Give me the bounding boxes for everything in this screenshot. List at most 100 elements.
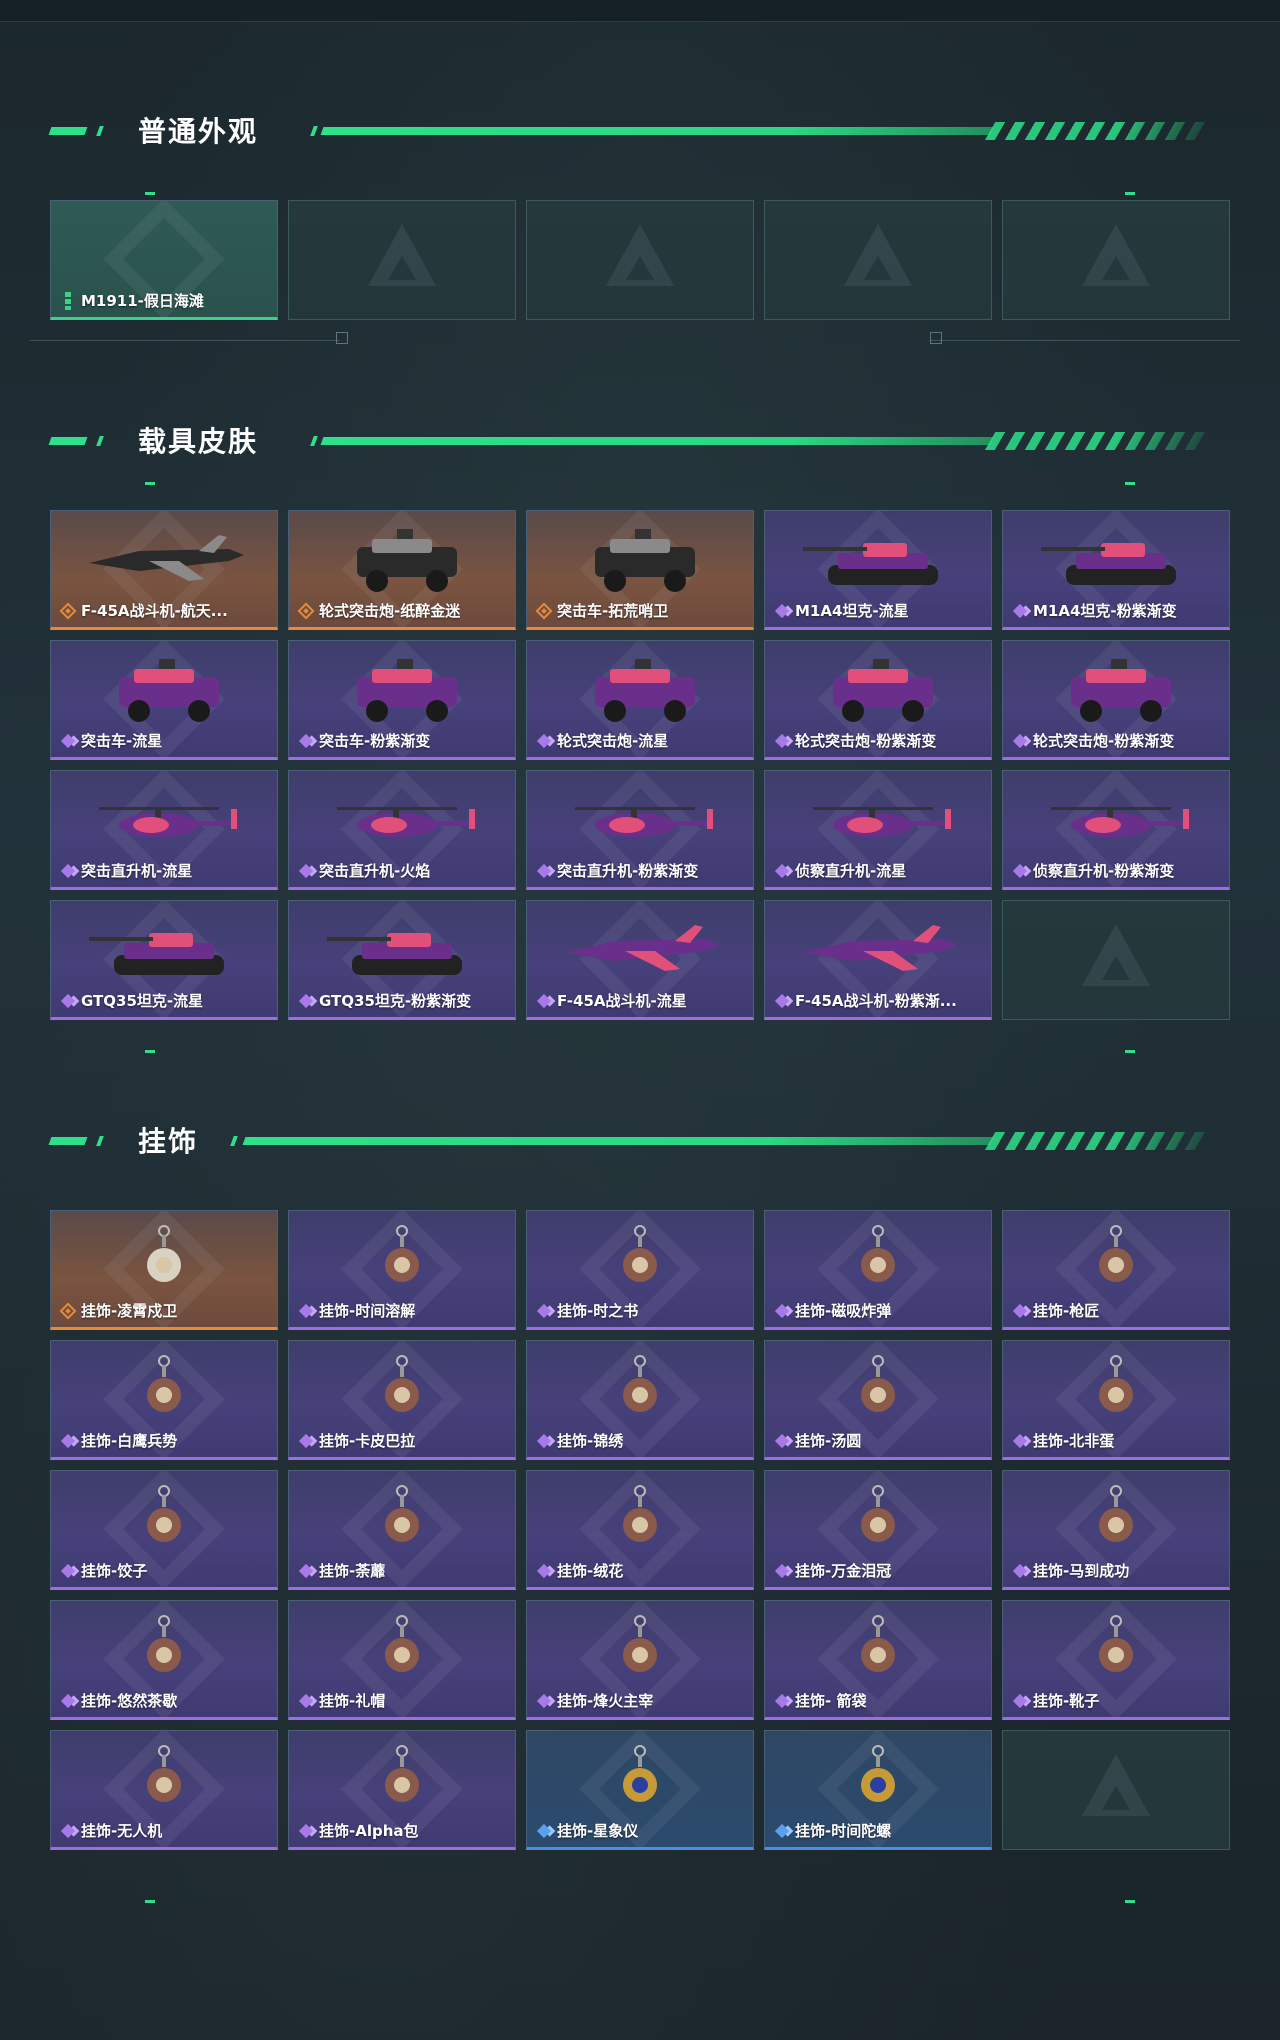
item-card[interactable]: 挂饰-绒花	[526, 1470, 754, 1590]
charm-icon	[1031, 1611, 1201, 1696]
header-accent-line	[320, 127, 994, 135]
item-card[interactable]: F-45A战斗机-流星	[526, 900, 754, 1020]
rarity-purple-icon	[60, 1563, 76, 1579]
item-card[interactable]: 挂饰-白鹰兵势	[50, 1340, 278, 1460]
item-label: 挂饰-凌霄戍卫	[81, 1302, 178, 1320]
item-card[interactable]: 突击直升机-粉紫渐变	[526, 770, 754, 890]
rarity-purple-icon	[298, 733, 314, 749]
item-card[interactable]: GTQ35坦克-流星	[50, 900, 278, 1020]
rarity-purple-icon	[60, 993, 76, 1009]
item-label: 挂饰-时间溶解	[319, 1302, 416, 1320]
placeholder-logo-cutout	[1102, 956, 1130, 980]
rarity-purple-icon	[774, 1303, 790, 1319]
item-label: 挂饰- 箭袋	[795, 1692, 867, 1710]
item-card[interactable]: 挂饰- 箭袋	[764, 1600, 992, 1720]
item-card[interactable]: 轮式突击炮-流星	[526, 640, 754, 760]
item-label: 突击车-拓荒哨卫	[557, 602, 669, 620]
rarity-purple-icon	[1012, 863, 1028, 879]
item-card[interactable]: GTQ35坦克-粉紫渐变	[288, 900, 516, 1020]
empty-slot	[526, 200, 754, 320]
item-label: 侦察直升机-粉紫渐变	[1033, 862, 1175, 880]
rarity-purple-icon	[536, 993, 552, 1009]
armored-vehicle-icon	[317, 521, 487, 606]
item-card[interactable]: 挂饰-饺子	[50, 1470, 278, 1590]
item-card[interactable]: F-45A战斗机-粉紫渐...	[764, 900, 992, 1020]
charm-icon	[1031, 1481, 1201, 1566]
item-label: 挂饰-绒花	[557, 1562, 624, 1580]
pistol-icon	[79, 211, 249, 296]
item-label: 突击车-粉紫渐变	[319, 732, 431, 750]
fighter-jet-icon	[79, 521, 249, 606]
item-card[interactable]: 侦察直升机-粉紫渐变	[1002, 770, 1230, 890]
item-card[interactable]: 挂饰-无人机	[50, 1730, 278, 1850]
item-card[interactable]: 突击车-拓荒哨卫	[526, 510, 754, 630]
header-accent-bar	[48, 437, 88, 445]
assault-car-icon	[79, 651, 249, 736]
item-card[interactable]: 轮式突击炮-纸醉金迷	[288, 510, 516, 630]
item-card[interactable]: 轮式突击炮-粉紫渐变	[764, 640, 992, 760]
item-card[interactable]: 轮式突击炮-粉紫渐变	[1002, 640, 1230, 760]
item-card[interactable]: M1A4坦克-流星	[764, 510, 992, 630]
rarity-purple-icon	[774, 993, 790, 1009]
empty-slot	[288, 200, 516, 320]
empty-slot	[1002, 1730, 1230, 1850]
top-strip	[0, 0, 1280, 22]
rarity-purple-icon	[536, 1303, 552, 1319]
placeholder-logo-cutout	[388, 256, 416, 280]
item-label: 挂饰-马到成功	[1033, 1562, 1130, 1580]
item-label: 挂饰-北非蛋	[1033, 1432, 1115, 1450]
item-card[interactable]: F-45A战斗机-航天...	[50, 510, 278, 630]
item-card[interactable]: 挂饰-卡皮巴拉	[288, 1340, 516, 1460]
item-card[interactable]: 挂饰-锦绣	[526, 1340, 754, 1460]
item-card[interactable]: 挂饰-星象仪	[526, 1730, 754, 1850]
header-accent-tick	[96, 126, 104, 136]
item-card[interactable]: 挂饰-时间陀螺	[764, 1730, 992, 1850]
item-card[interactable]: 侦察直升机-流星	[764, 770, 992, 890]
rarity-purple-icon	[298, 1693, 314, 1709]
item-card[interactable]: M1911-假日海滩	[50, 200, 278, 320]
assault-car-icon	[317, 651, 487, 736]
header-accent-tick	[96, 1136, 104, 1146]
tank-icon	[1031, 521, 1201, 606]
item-card[interactable]: 挂饰-荼蘼	[288, 1470, 516, 1590]
item-card[interactable]: 挂饰-马到成功	[1002, 1470, 1230, 1590]
item-card[interactable]: 挂饰-枪匠	[1002, 1210, 1230, 1330]
rarity-purple-icon	[60, 1433, 76, 1449]
rarity-purple-icon	[536, 863, 552, 879]
item-card[interactable]: 挂饰-时间溶解	[288, 1210, 516, 1330]
item-card[interactable]: 突击车-流星	[50, 640, 278, 760]
rarity-purple-icon	[774, 1433, 790, 1449]
rarity-purple-icon	[60, 1693, 76, 1709]
rarity-purple-icon	[298, 1823, 314, 1839]
rarity-purple-icon	[298, 1303, 314, 1319]
section-vehicle-skins: 载具皮肤 F-45A战斗机-航天... 轮式突击炮-纸醉金迷 突击车-拓荒哨卫	[0, 410, 1280, 1020]
item-label: 突击车-流星	[81, 732, 163, 750]
item-card[interactable]: 挂饰-悠然茶歇	[50, 1600, 278, 1720]
empty-slot	[764, 200, 992, 320]
item-label: 轮式突击炮-粉紫渐变	[795, 732, 937, 750]
rarity-purple-icon	[298, 1563, 314, 1579]
charm-icon	[793, 1741, 963, 1826]
item-card[interactable]: M1A4坦克-粉紫渐变	[1002, 510, 1230, 630]
item-label: 突击直升机-流星	[81, 862, 193, 880]
item-label: 轮式突击炮-纸醉金迷	[319, 602, 461, 620]
item-label: M1911-假日海滩	[81, 292, 204, 310]
item-label: 突击直升机-粉紫渐变	[557, 862, 699, 880]
item-card[interactable]: 挂饰-万金泪冠	[764, 1470, 992, 1590]
item-card[interactable]: 挂饰-汤圆	[764, 1340, 992, 1460]
charm-icon	[317, 1351, 487, 1436]
item-card[interactable]: 挂饰-礼帽	[288, 1600, 516, 1720]
charm-icon	[317, 1221, 487, 1306]
item-card[interactable]: 突击车-粉紫渐变	[288, 640, 516, 760]
item-card[interactable]: 突击直升机-流星	[50, 770, 278, 890]
rarity-purple-icon	[1012, 1693, 1028, 1709]
item-card[interactable]: 突击直升机-火焰	[288, 770, 516, 890]
item-card[interactable]: 挂饰-Alpha包	[288, 1730, 516, 1850]
item-card[interactable]: 挂饰-凌霄戍卫	[50, 1210, 278, 1330]
section-header: 载具皮肤	[0, 410, 1280, 470]
item-card[interactable]: 挂饰-北非蛋	[1002, 1340, 1230, 1460]
item-card[interactable]: 挂饰-烽火主宰	[526, 1600, 754, 1720]
item-card[interactable]: 挂饰-磁吸炸弹	[764, 1210, 992, 1330]
item-card[interactable]: 挂饰-靴子	[1002, 1600, 1230, 1720]
item-card[interactable]: 挂饰-时之书	[526, 1210, 754, 1330]
